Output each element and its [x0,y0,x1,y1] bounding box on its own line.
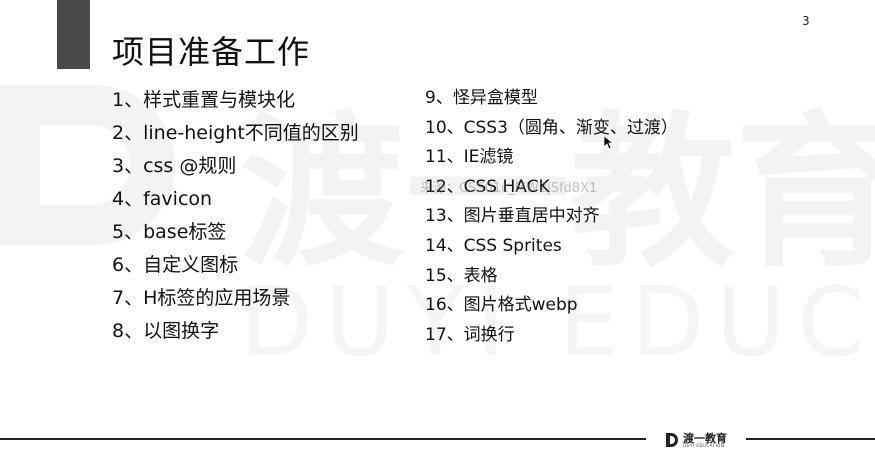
list-item: 17、词换行 [425,324,515,345]
list-item: 9、怪异盒模型 [425,88,538,108]
list-item: 15、表格 [425,265,498,286]
list-item: 7、H标签的应用场景 [112,287,291,309]
page-number: 3 [802,14,810,28]
list-item: 3、css @规则 [112,155,237,177]
list-item: 6、自定义图标 [112,254,239,276]
footer-divider-right [746,438,875,440]
footer-logo: 渡一教育 DUYI EDUCATION [666,430,727,450]
logo-mark-icon [666,433,678,447]
video-overlay-id: 来源：CSS01c_MW2jSfd8X1 [420,181,598,196]
topic-list-right: 9、怪异盒模型 10、CSS3（圆角、渐变、过渡） 11、IE滤镜 12、CSS… [425,90,678,356]
list-item: 13、图片垂直居中对齐 [425,206,600,227]
list-item: 2、line-height不同值的区别 [112,122,359,144]
list-item: 16、图片格式webp [425,295,578,316]
slide-title: 项目准备工作 [112,33,311,71]
logo-cn-text: 渡一教育 [683,431,727,445]
list-item: 1、样式重置与模块化 [112,89,296,111]
list-item: 10、CSS3（圆角、渐变、过渡） [425,117,678,138]
list-item: 5、base标签 [112,221,227,243]
topic-list-left: 1、样式重置与模块化 2、line-height不同值的区别 3、css @规则… [112,91,359,355]
footer-divider-left [0,438,646,440]
title-accent-bar [57,0,90,69]
mouse-cursor-icon [604,136,614,150]
list-item: 14、CSS Sprites [425,235,562,256]
list-item: 4、favicon [112,188,213,210]
logo-en-text: DUYI EDUCATION [683,442,725,448]
list-item: 11、IE滤镜 [425,147,514,168]
list-item: 8、以图换字 [112,320,220,342]
